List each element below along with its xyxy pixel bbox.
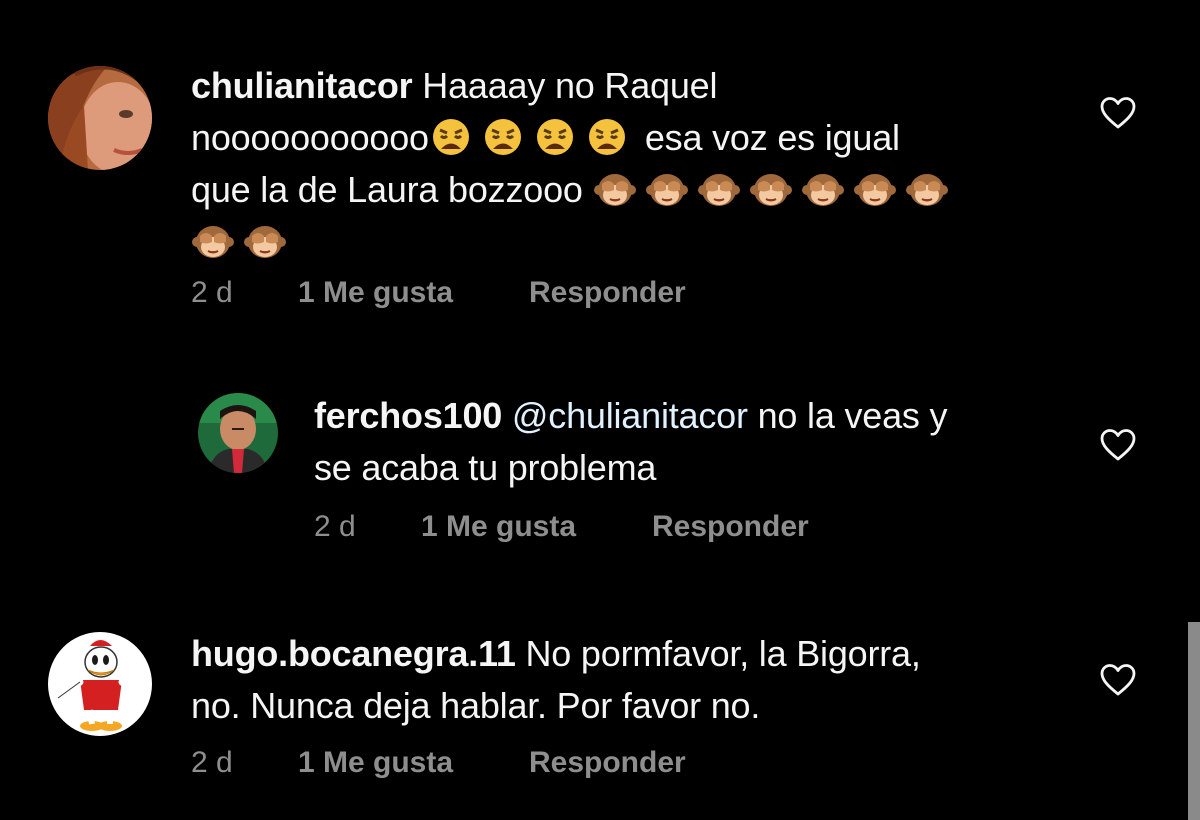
see-no-evil-monkey-emoji [801, 168, 845, 208]
see-no-evil-monkey-emoji [697, 168, 741, 208]
weary-face-emoji [481, 116, 525, 156]
avatar[interactable] [198, 393, 278, 473]
avatar[interactable] [48, 632, 152, 736]
comment-body-line: Haaaay no Raquel [422, 65, 718, 106]
see-no-evil-monkey-emoji [243, 220, 287, 260]
like-count-button[interactable]: 1 Me gusta [421, 510, 576, 544]
avatar[interactable] [48, 66, 152, 170]
comment-body-line: esa voz es igual [644, 117, 900, 158]
comment-text: chulianitacor Haaaay no Raquel noooooooo… [191, 60, 1071, 268]
comment-username[interactable]: ferchos100 [314, 395, 502, 436]
comment-body-line: que la de Laura bozzooo [191, 169, 583, 210]
see-no-evil-monkey-emoji [191, 220, 235, 260]
heart-outline-icon[interactable] [1100, 96, 1136, 130]
see-no-evil-monkey-emoji [593, 168, 637, 208]
heart-outline-icon[interactable] [1100, 663, 1136, 697]
like-count-button[interactable]: 1 Me gusta [298, 276, 453, 310]
comment-body-line: se acaba tu problema [314, 447, 657, 488]
weary-face-emoji [533, 116, 577, 156]
reply-button[interactable]: Responder [529, 746, 686, 780]
comment-username[interactable]: chulianitacor [191, 65, 413, 106]
comment-username[interactable]: hugo.bocanegra.11 [191, 633, 516, 674]
like-count-button[interactable]: 1 Me gusta [298, 746, 453, 780]
scrollbar-thumb[interactable] [1188, 622, 1200, 820]
comment-time: 2 d [314, 510, 356, 543]
see-no-evil-monkey-emoji [749, 168, 793, 208]
see-no-evil-monkey-emoji [905, 168, 949, 208]
comment-text: hugo.bocanegra.11 No pormfavor, la Bigor… [191, 628, 1071, 732]
heart-outline-icon[interactable] [1100, 428, 1136, 462]
weary-face-emoji [429, 116, 473, 156]
comment-time: 2 d [191, 746, 233, 779]
comment-body-line: nooooooooooo [191, 117, 429, 158]
see-no-evil-monkey-emoji [853, 168, 897, 208]
weary-face-emoji [585, 116, 629, 156]
comment-time: 2 d [191, 276, 233, 309]
reply-button[interactable]: Responder [529, 276, 686, 310]
reply-button[interactable]: Responder [652, 510, 809, 544]
see-no-evil-monkey-emoji [645, 168, 689, 208]
comment-body-line: No pormfavor, la Bigorra, [525, 633, 921, 674]
comment-body-line: no la veas y [757, 395, 948, 436]
comment-body-line: no. Nunca deja hablar. Por favor no. [191, 685, 761, 726]
comment-text: ferchos100 @chulianitacor no la veas y s… [314, 390, 1074, 494]
mention-link[interactable]: @chulianitacor [512, 395, 748, 436]
